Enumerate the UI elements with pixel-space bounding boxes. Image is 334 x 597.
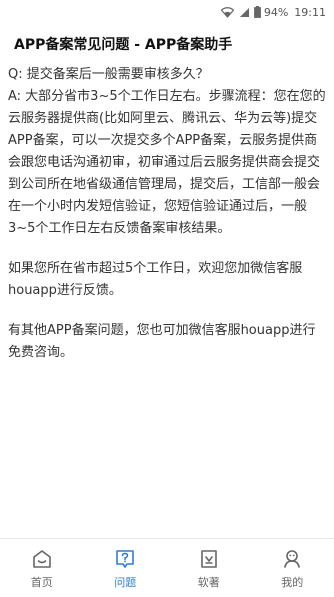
tab-question[interactable]: 问题 [84,539,168,597]
certificate-icon [197,547,221,571]
battery-icon [253,6,261,18]
status-bar: 94% 19:11 [0,0,334,24]
consult-paragraph: 有其他APP备案问题，您也可加微信客服houapp进行免费咨询。 [8,323,316,360]
tab-profile[interactable]: 我的 [251,539,334,597]
question-icon [113,547,137,571]
tab-question-label: 问题 [114,575,137,589]
signal-icon [238,7,250,18]
clock: 19:11 [294,5,326,19]
answer-text: A: 大部分省市3~5个工作日左右。步骤流程：您在您的云服务器提供商(比如阿里云… [8,89,326,236]
tab-home-label: 首页 [30,575,53,589]
tab-copyright-label: 软著 [197,575,220,589]
page-title: APP备案常见问题 - APP备案助手 [14,37,233,53]
page-header: APP备案常见问题 - APP备案助手 [0,24,334,64]
tab-profile-label: 我的 [281,575,304,589]
bottom-tab-bar: 首页 问题 软著 我的 [0,538,334,597]
profile-icon [280,547,304,571]
feedback-paragraph: 如果您所在省市超过5个工作日，欢迎您加微信客服houapp进行反馈。 [8,261,303,298]
home-icon [30,547,54,571]
battery-percent: 94% [263,5,289,19]
article-content: Q: 提交备案后一般需要审核多久？ A: 大部分省市3~5个工作日左右。步骤流程… [8,64,328,382]
question-text: Q: 提交备案后一般需要审核多久？ [8,67,209,82]
wifi-icon [220,6,234,18]
tab-copyright[interactable]: 软著 [167,539,251,597]
tab-home[interactable]: 首页 [0,539,84,597]
